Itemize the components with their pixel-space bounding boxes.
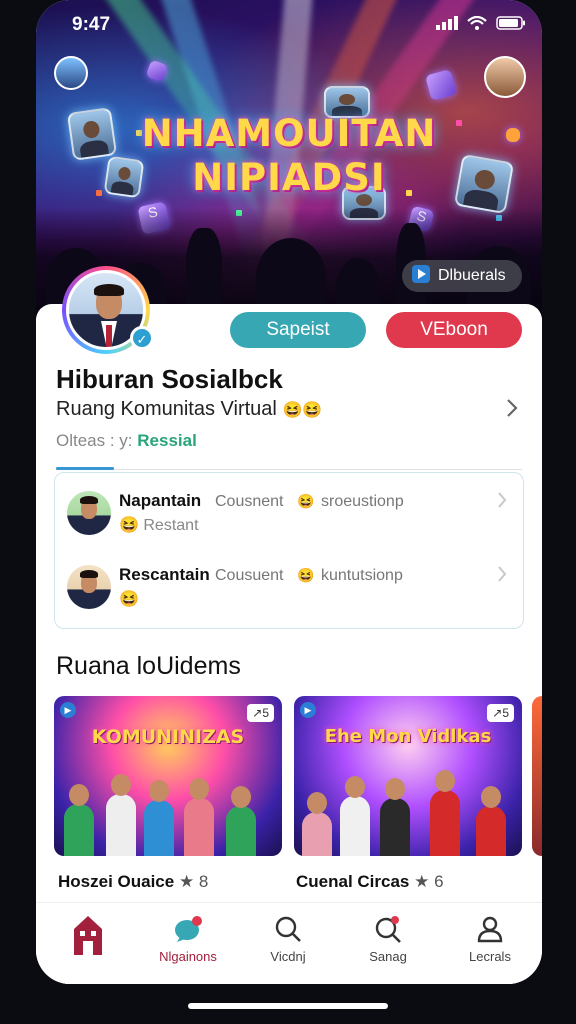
play-icon: ▶	[300, 702, 316, 718]
profile-meta-prefix: Olteas : y:	[56, 431, 133, 450]
video-card-rating: ★ 6	[414, 872, 444, 891]
verified-check-icon: ✓	[130, 326, 154, 350]
phone-screen: S S NHAMOUITAN NIPIADSI Dlbuerals 9:47	[36, 0, 542, 984]
hero-avatar-left[interactable]	[54, 56, 88, 90]
list-item-secondary: 😆 Restant	[119, 517, 199, 534]
home-indicator[interactable]	[188, 1003, 388, 1009]
video-card-rating: ★ 8	[178, 872, 209, 891]
list-item-subtitle: Cousnent	[215, 493, 284, 510]
video-card-thumbnail[interactable]: ▶ ↗5 Ehe Mon Vidlkas	[294, 696, 522, 856]
chevron-right-icon[interactable]	[497, 565, 507, 588]
member-list: Napantain Cousnent 😆 sroeustionp 😆 Resta…	[54, 472, 524, 629]
avatar	[67, 565, 111, 609]
nav-messages[interactable]: Nlgainons	[138, 903, 238, 984]
list-item-extra: kuntutsionp	[321, 567, 403, 584]
hero-title-line1: NHAMOUITAN	[141, 112, 437, 155]
thumbnail-title: KOMUNINIZAS	[91, 726, 245, 748]
active-tab-indicator	[56, 467, 114, 470]
list-item-secondary: 😆	[119, 591, 139, 608]
nav-label: Vicdnj	[270, 949, 306, 964]
profile-description-text: Ruang Komunitas Virtual	[56, 398, 277, 420]
nav-saved[interactable]: Sanag	[338, 903, 438, 984]
status-time: 9:47	[72, 14, 111, 35]
search-icon	[274, 915, 302, 948]
video-button[interactable]: VEboon	[386, 312, 522, 348]
profile-icon	[476, 915, 504, 948]
count-badge: ↗5	[247, 704, 274, 722]
profile-meta-highlight[interactable]: Ressial	[137, 431, 197, 450]
nav-label: Sanag	[369, 949, 407, 964]
nav-label: Lecrals	[469, 949, 511, 964]
hero-title-line2: NIPIADSI	[192, 156, 386, 199]
count-badge: ↗5	[487, 704, 514, 722]
follow-button[interactable]: Sapeist	[230, 312, 366, 348]
chevron-right-icon[interactable]	[506, 398, 518, 424]
list-item-title: Rescantain	[119, 565, 210, 584]
chevron-right-icon[interactable]	[497, 491, 507, 514]
hero-badge-button[interactable]: Dlbuerals	[402, 260, 522, 292]
nav-profile[interactable]: Lecrals	[440, 903, 540, 984]
chat-bubble-icon	[172, 915, 204, 948]
list-item-emoji: 😆	[297, 567, 315, 583]
video-card-caption: Cuenal Circas ★ 6	[296, 872, 444, 892]
nav-search[interactable]: Vicdnj	[238, 903, 338, 984]
cube-icon	[425, 69, 457, 101]
nav-home[interactable]	[38, 903, 138, 984]
hero-badge-label: Dlbuerals	[438, 267, 506, 284]
profile-description: Ruang Komunitas Virtual 😆😆	[56, 398, 322, 421]
profile-meta: Olteas : y: Ressial	[56, 431, 197, 451]
list-item-emoji: 😆	[297, 493, 315, 509]
video-card-thumbnail[interactable]: ▶ ↗5 KOMUNINIZAS	[54, 696, 282, 856]
video-card-title: Cuenal Circas	[296, 872, 410, 891]
bottom-navigation: Nlgainons Vicdnj Sanag Lecrals	[36, 902, 542, 984]
list-item-title: Napantain	[119, 491, 202, 510]
list-item-subtitle: Cousuent	[215, 567, 284, 584]
play-icon: ▶	[60, 702, 76, 718]
video-card-title: Hoszei Ouaice	[58, 872, 175, 891]
hero-avatar-right[interactable]	[484, 56, 526, 98]
section-title: Ruana loUidems	[56, 652, 241, 680]
list-item[interactable]: Rescantain Cousuent 😆 kuntutsionp 😆	[67, 559, 511, 625]
cellular-signal-icon	[436, 16, 458, 35]
video-card-thumbnail[interactable]	[532, 696, 542, 856]
profile-name: Hiburan Sosialbck	[56, 364, 283, 394]
status-bar: 9:47	[36, 0, 542, 48]
list-item-extra: sroeustionp	[321, 493, 404, 510]
tab-divider	[56, 469, 522, 470]
thumbnail-title: Ehe Mon Vidlkas	[324, 726, 492, 747]
nav-label: Nlgainons	[159, 949, 217, 964]
profile-description-emoji: 😆😆	[282, 402, 323, 419]
wifi-icon	[467, 15, 487, 35]
battery-icon	[496, 16, 526, 35]
home-icon	[72, 913, 104, 962]
avatar	[67, 491, 111, 535]
video-card-caption: Hoszei Ouaice ★ 8	[58, 872, 208, 892]
list-item[interactable]: Napantain Cousnent 😆 sroeustionp 😆 Resta…	[67, 485, 511, 551]
search-notification-icon	[374, 915, 402, 948]
play-icon	[412, 264, 430, 288]
